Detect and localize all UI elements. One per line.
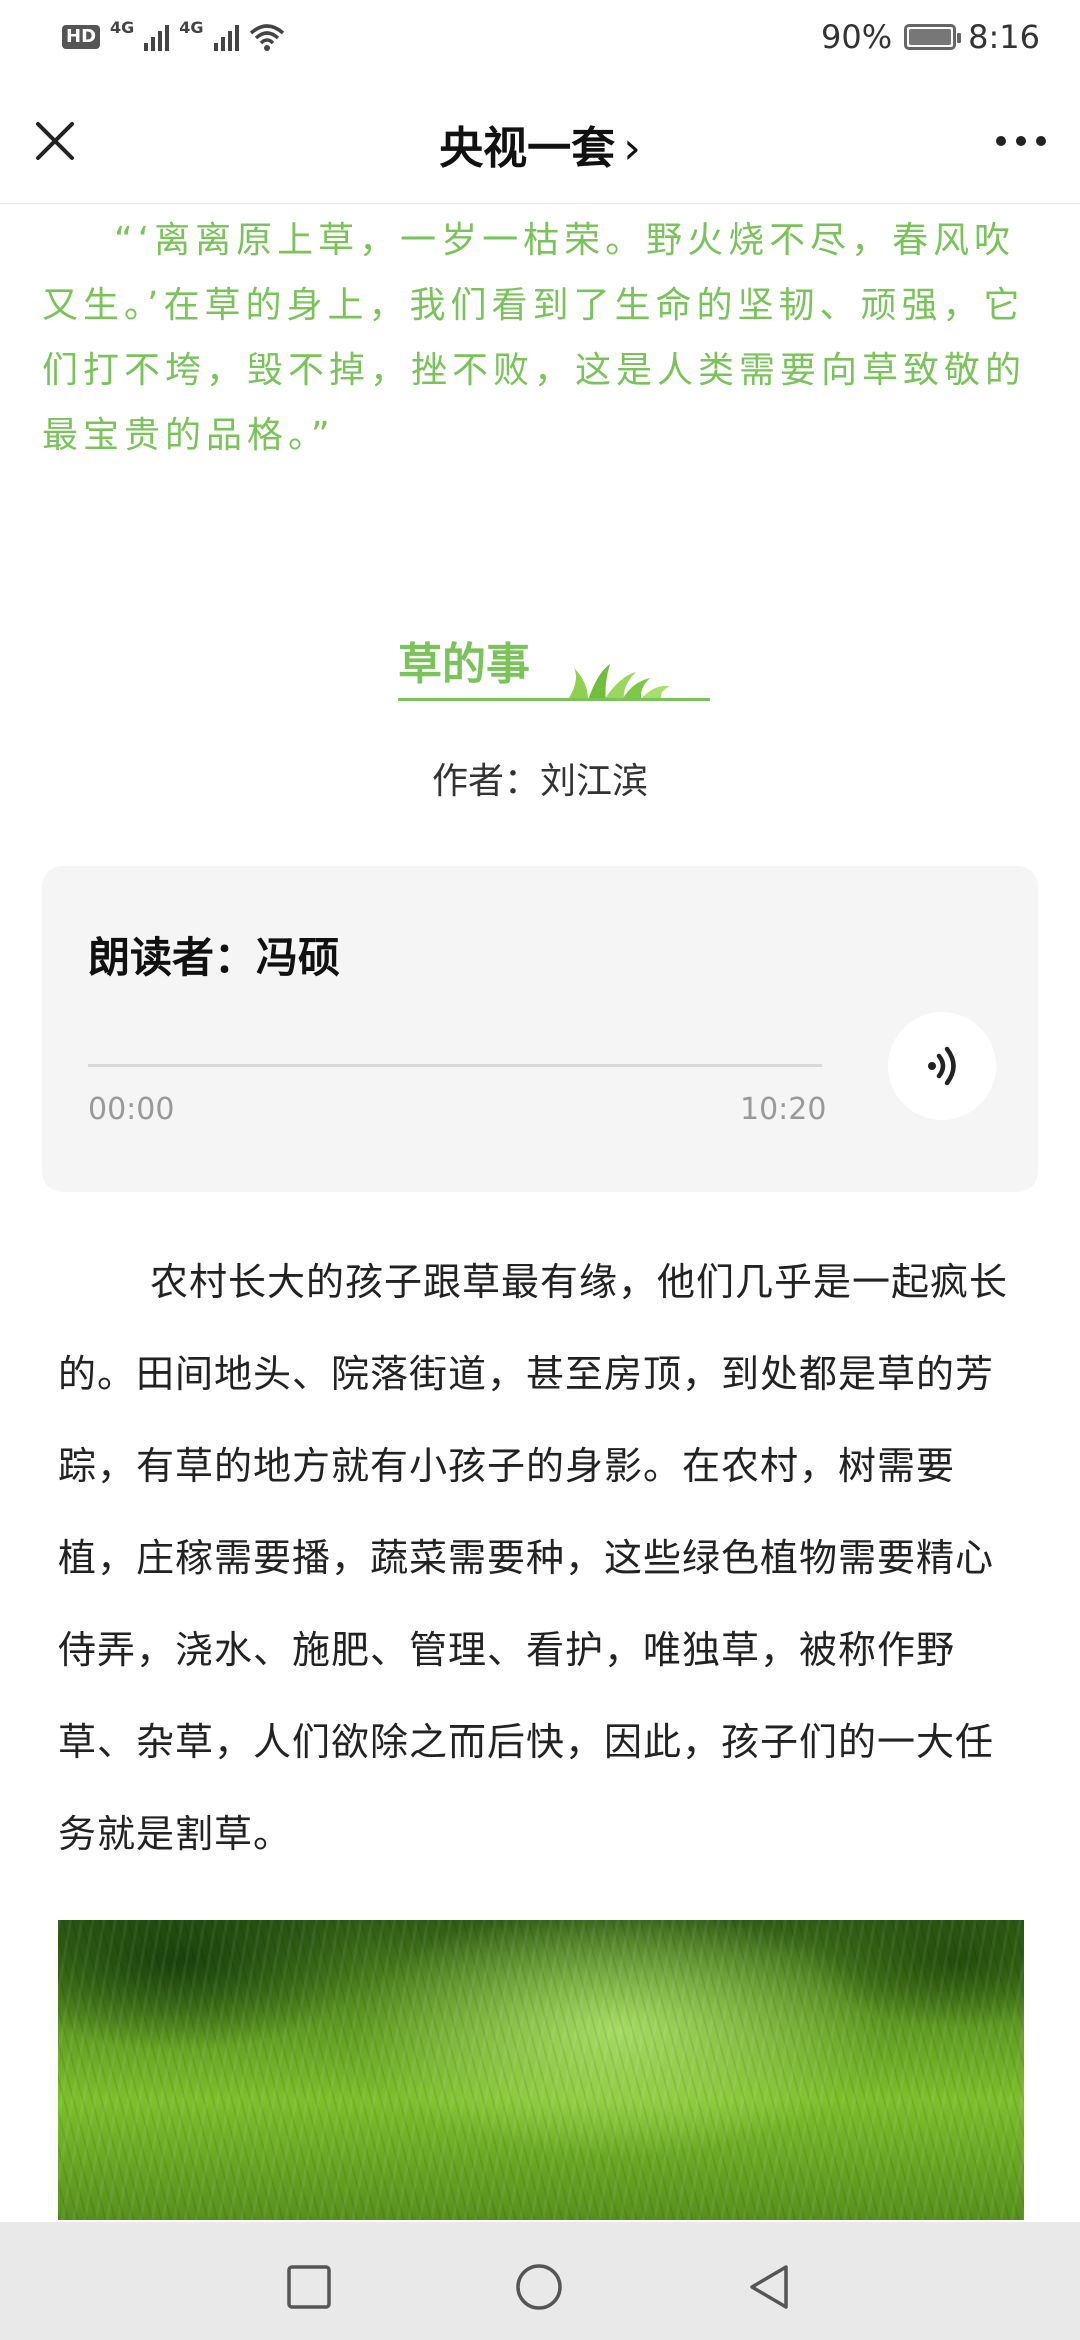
clock: 8:16 xyxy=(968,18,1040,56)
signal-icon xyxy=(144,23,170,51)
audio-progress-bar[interactable] xyxy=(88,1064,822,1067)
article-title-block: 草的事 xyxy=(398,628,710,704)
grass-decoration-icon xyxy=(568,664,670,700)
title-underline xyxy=(398,698,710,701)
signal-icon xyxy=(213,23,239,51)
article-paragraph: 农村长大的孩子跟草最有缘，他们几乎是一起疯长的。田间地头、院落街道，甚至房顶，到… xyxy=(58,1260,1009,1856)
battery-icon xyxy=(904,24,962,50)
battery-percent: 90% xyxy=(821,18,893,56)
top-navbar: 央视一套 › xyxy=(0,74,1080,204)
sound-wave-icon xyxy=(928,1046,956,1086)
grass-photo xyxy=(58,1920,1024,2220)
status-left: HD 4G 4G xyxy=(62,18,285,51)
home-icon[interactable] xyxy=(514,2262,564,2312)
network-type-2: 4G xyxy=(179,17,204,37)
network-type-1: 4G xyxy=(110,17,135,37)
current-time: 00:00 xyxy=(88,1092,175,1127)
audio-player-card: 朗读者：冯硕 00:00 10:20 xyxy=(42,866,1038,1192)
back-icon[interactable] xyxy=(744,2262,794,2312)
author-line: 作者：刘江滨 xyxy=(431,761,648,802)
status-bar: HD 4G 4G 90% 8:16 xyxy=(0,0,1080,74)
play-button[interactable] xyxy=(888,1012,996,1120)
account-title[interactable]: 央视一套 › xyxy=(0,112,1080,176)
status-right: 90% 8:16 xyxy=(821,18,1040,56)
account-name[interactable]: 央视一套 xyxy=(439,123,615,174)
recent-apps-icon[interactable] xyxy=(284,2262,334,2312)
hd-badge: HD xyxy=(62,25,101,49)
chevron-right-icon[interactable]: › xyxy=(623,123,641,174)
article-title: 草的事 xyxy=(398,639,530,690)
reader-label: 朗读者：冯硕 xyxy=(88,933,341,982)
duration: 10:20 xyxy=(740,1092,827,1127)
system-navigation-bar xyxy=(0,2222,1080,2340)
wifi-icon xyxy=(249,24,284,51)
more-icon[interactable] xyxy=(996,136,1046,146)
intro-quote: “‘离离原上草，一岁一枯荣。野火烧不尽，春风吹又生。’在草的身上，我们看到了生命… xyxy=(42,220,1027,456)
